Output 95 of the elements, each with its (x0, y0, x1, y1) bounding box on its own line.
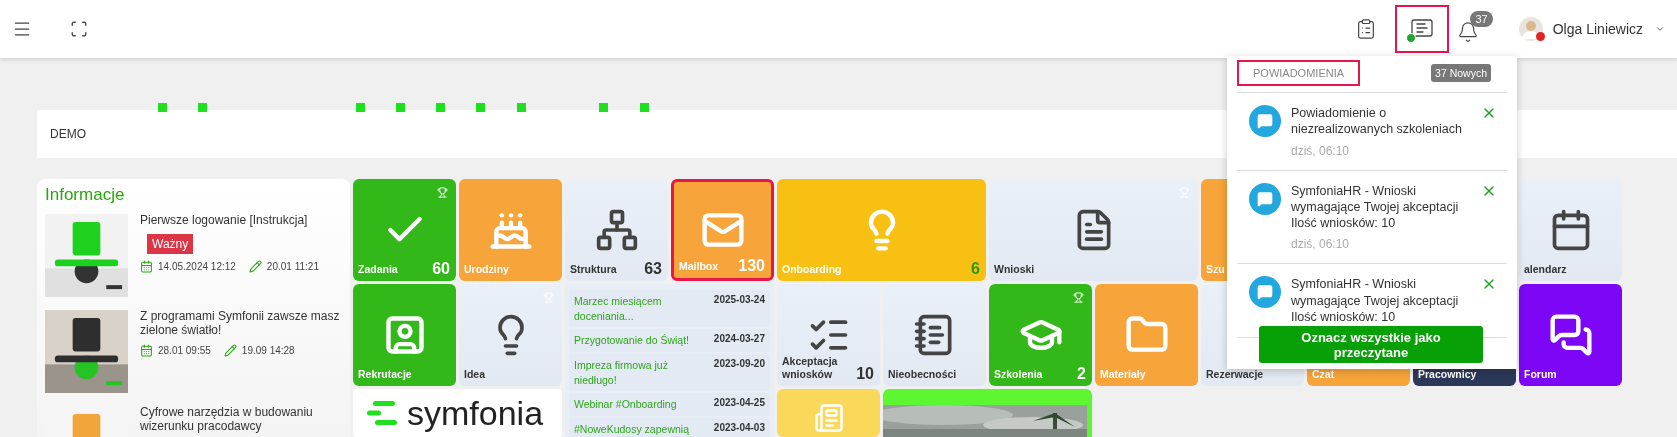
tile-label: Materiały (1100, 367, 1146, 381)
pencil-icon (223, 343, 237, 357)
created-date: 14.05.2024 12:12 (158, 260, 236, 272)
news-title: #NoweKudosy zapewnią (574, 422, 689, 437)
loading-square (396, 103, 405, 112)
tile-count: 10 (856, 365, 874, 383)
hierarchy-icon (594, 208, 639, 252)
article-title[interactable]: Z programami Symfonii zawsze masz zielone światło! (140, 310, 342, 338)
loading-square (640, 103, 649, 112)
logo-text: symfonia (407, 396, 544, 430)
news-title: Impreza firmowa już niedługo! (574, 358, 669, 388)
app-tile[interactable]: Akceptacja wniosków 10 (777, 284, 880, 386)
app-tile[interactable]: Nieobecności (883, 284, 986, 386)
notification-time: dziś, 06:10 (1291, 237, 1351, 252)
tile-count: 130 (738, 257, 765, 275)
caret-icon (1655, 24, 1665, 34)
loading-square (476, 103, 485, 112)
tile-label: Mailbox (679, 259, 719, 273)
news-item[interactable]: Marzec miesiącem doceniania... 2025-03-24 (569, 290, 770, 328)
tile-label: Rezerwacje (1206, 367, 1264, 381)
tile-label: Onboarding (782, 262, 842, 276)
edited-date: 19.09 14:28 (241, 344, 295, 356)
important-tag: Ważny (147, 233, 194, 254)
panel-title: POWIADOMIENIA (1237, 60, 1361, 86)
calendar-icon (140, 343, 153, 357)
tile-label: Pracownicy (1418, 367, 1477, 381)
logo-icon (367, 401, 397, 425)
tile-label: Struktura (570, 262, 617, 276)
loading-square (158, 103, 167, 112)
tile-label: Idea (464, 367, 485, 381)
app-tile[interactable]: Wnioski (989, 179, 1198, 281)
chat-button[interactable] (1394, 5, 1449, 53)
tile-count: 6 (971, 260, 980, 278)
trophy-icon (437, 187, 448, 198)
trophy-icon (1073, 292, 1084, 303)
notification-time: dziś, 06:10 (1291, 143, 1351, 158)
avatar[interactable] (1518, 17, 1543, 41)
edited-date: 20.01 11:21 (266, 260, 319, 272)
tile-label: Szkolenia (994, 367, 1043, 381)
tile-label: Akceptacja wniosków (782, 354, 839, 381)
tile-count: 60 (432, 260, 450, 278)
app-tile[interactable]: Idea (459, 284, 562, 386)
news-date: 2024-03-27 (713, 333, 765, 347)
news-item[interactable]: #NoweKudosy zapewnią 2023-04-03 (569, 418, 770, 437)
tile-label: Wnioski (994, 262, 1035, 276)
loading-square (517, 103, 526, 112)
app-tile[interactable]: alendarz (1519, 179, 1622, 281)
pencil-icon (248, 259, 262, 273)
notification-text: SymfoniaHR - Wnioski wymagające Twojej akceptacji Ilość wniosków: 10 (1291, 182, 1460, 232)
bell-icon (1456, 21, 1479, 43)
message-icon (1249, 276, 1281, 309)
news-date: 2025-03-24 (713, 294, 765, 307)
tile-label: Szu (1206, 262, 1225, 276)
tile-label: Zadania (358, 262, 398, 276)
fullscreen-icon (70, 20, 88, 38)
news-title: Webinar #Onboarding (574, 397, 677, 413)
loading-square (198, 103, 207, 112)
message-icon (1249, 105, 1281, 137)
tile-count: 2 (1077, 365, 1086, 383)
news-date: 2023-09-20 (713, 358, 765, 372)
app-tile[interactable]: Forum (1519, 284, 1622, 386)
tile-count: 63 (644, 260, 662, 278)
news-date: 2023-04-25 (713, 397, 765, 411)
news-title: Marzec miesiącem doceniania... (574, 294, 663, 324)
tile-label: Rekrutacje (358, 367, 412, 381)
news-item[interactable]: Webinar #Onboarding 2023-04-25 (569, 393, 770, 417)
section-title: Informacje (45, 185, 126, 205)
created-date: 28.01 09:55 (158, 344, 211, 356)
new-count-badge: 37 Nowych (1431, 64, 1491, 82)
article-title[interactable]: Cyfrowe narzędzia w budowaniu wizerunku pracodawcy (140, 406, 342, 434)
notification-text: SymfoniaHR - Wnioski wymagające Twojej akceptacji Ilość wniosków: 10 (1291, 276, 1460, 325)
loading-square (436, 103, 445, 112)
article-title[interactable]: Pierwsze logowanie [Instrukcja] (140, 214, 319, 228)
news-date: 2023-04-03 (713, 422, 765, 436)
user-name[interactable]: Olga Liniewicz (1552, 21, 1643, 37)
app-tile[interactable]: Struktura 63 (565, 179, 668, 281)
tile-label: Forum (1524, 367, 1557, 381)
status-dot (1405, 33, 1416, 43)
message-icon (1249, 182, 1281, 215)
loading-square (599, 103, 608, 112)
calendar-icon (140, 259, 153, 273)
bell-button[interactable]: 37 (1452, 11, 1493, 47)
tile-label: Urodziny (464, 262, 509, 276)
chat-icon (1548, 313, 1593, 357)
news-title: Przygotowanie do Świąt! (574, 333, 689, 349)
newspaper-icon (813, 403, 844, 433)
notification-text: Powiadomienie o niezrealizowanych szkoleniach (1291, 105, 1463, 138)
tile-label: Nieobecności (888, 367, 957, 381)
tile-label: Czat (1312, 367, 1335, 381)
tile-label: alendarz (1524, 262, 1567, 276)
news-item[interactable]: Impreza firmowa już niedługo! 2023-09-20 (569, 354, 770, 392)
loading-square (356, 103, 365, 112)
news-item[interactable]: Przygotowanie do Świąt! 2024-03-27 (569, 329, 770, 353)
notification-count: 37 (1470, 11, 1493, 27)
app-tile[interactable] (777, 389, 880, 437)
